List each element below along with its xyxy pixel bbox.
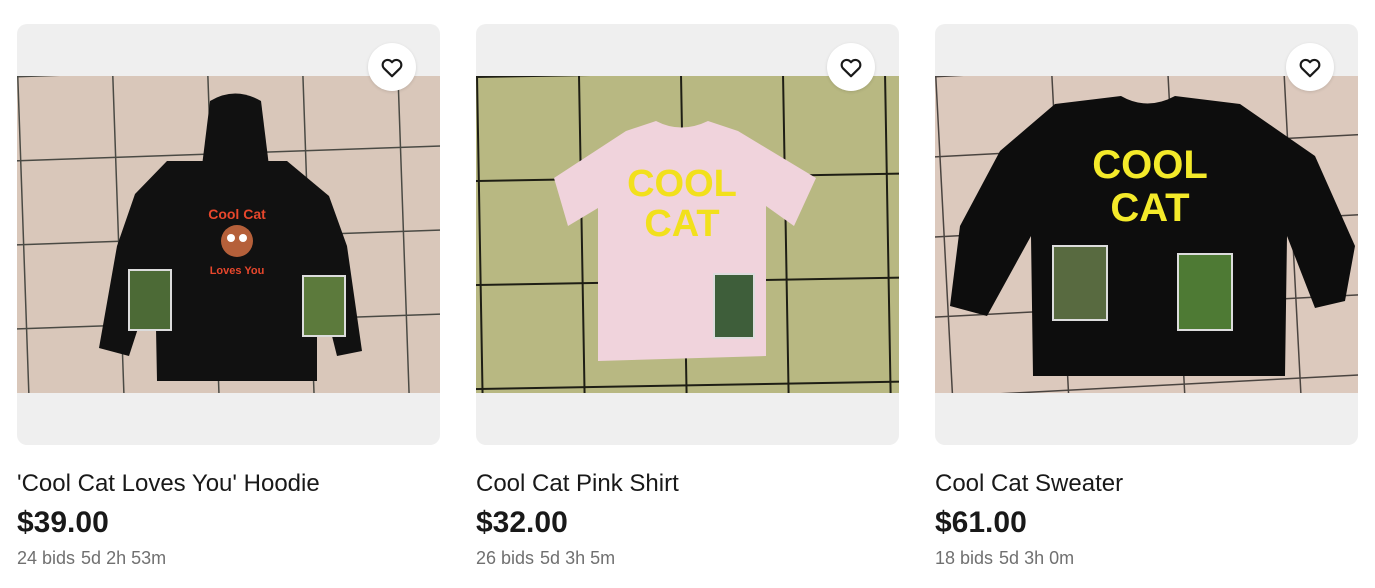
listing-price: $39.00 [17, 506, 109, 539]
print-line-2: CAT [644, 203, 719, 245]
listing-meta: 18 bids 5d 3h 0m [935, 547, 1358, 569]
listing-price: $32.00 [476, 506, 568, 539]
heart-outline-icon [381, 58, 403, 78]
listing-image-frame[interactable]: COOL CAT [935, 24, 1358, 445]
listing-meta: 24 bids 5d 2h 53m [17, 547, 440, 569]
listing-card[interactable]: COOL CAT Cool Cat Pink Shirt $32.00 26 b… [476, 24, 899, 569]
sweater-photo: COOL CAT [935, 76, 1358, 393]
tshirt-photo: COOL CAT [476, 76, 899, 393]
heart-outline-icon [840, 58, 862, 78]
print-line-2: Loves You [210, 265, 265, 277]
listing-title[interactable]: 'Cool Cat Loves You' Hoodie [17, 469, 440, 499]
listing-meta: 26 bids 5d 3h 5m [476, 547, 899, 569]
time-left: 5d 2h 53m [81, 548, 167, 568]
bid-count: 26 bids [476, 548, 535, 568]
watch-button[interactable] [1286, 43, 1334, 91]
watch-button[interactable] [368, 43, 416, 91]
print-line-2: CAT [1110, 186, 1189, 230]
listing-title[interactable]: Cool Cat Sweater [935, 469, 1358, 499]
listing-card[interactable]: COOL CAT Cool Cat Sweater $61.00 18 bids… [935, 24, 1358, 569]
hoodie-photo: Cool Cat Loves You [17, 76, 440, 393]
print-line-1: COOL [1092, 143, 1208, 187]
watch-button[interactable] [827, 43, 875, 91]
listing-image-frame[interactable]: Cool Cat Loves You [17, 24, 440, 445]
listing-title[interactable]: Cool Cat Pink Shirt [476, 469, 899, 499]
listing-price: $61.00 [935, 506, 1027, 539]
heart-outline-icon [1299, 58, 1321, 78]
listing-image-frame[interactable]: COOL CAT [476, 24, 899, 445]
time-left: 5d 3h 5m [540, 548, 616, 568]
listing-card[interactable]: Cool Cat Loves You 'Cool Cat Loves You' … [17, 24, 440, 569]
print-line-1: Cool Cat [208, 206, 266, 222]
print-line-1: COOL [627, 163, 737, 205]
time-left: 5d 3h 0m [999, 548, 1075, 568]
bid-count: 18 bids [935, 548, 994, 568]
bid-count: 24 bids [17, 548, 76, 568]
